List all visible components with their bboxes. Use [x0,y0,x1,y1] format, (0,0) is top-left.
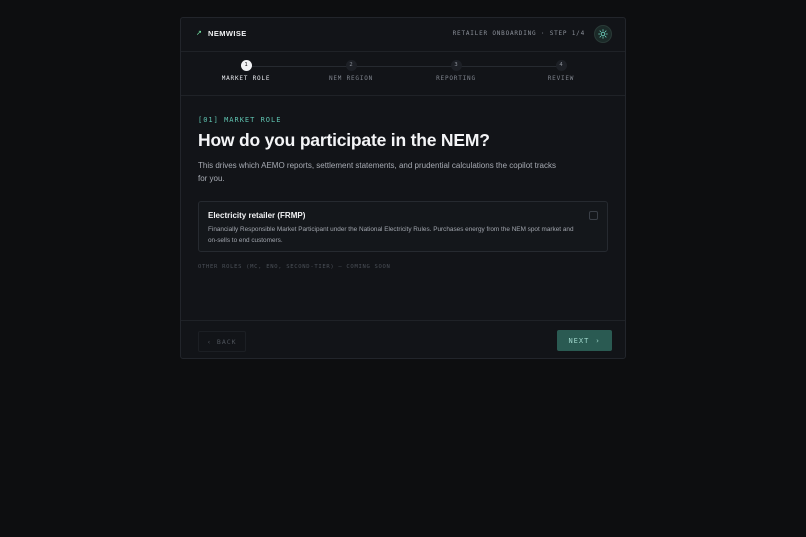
step-reporting[interactable]: 3 REPORTING [416,60,496,82]
progress-stepper: 1 MARKET ROLE 2 NEM REGION 3 REPORTING 4… [181,52,625,96]
section-eyebrow: [01] MARKET ROLE [198,116,282,124]
step-number: 2 [345,60,357,71]
option-title: Electricity retailer (FRMP) [208,211,306,220]
footer: ‹ BACK NEXT › [181,320,625,361]
onboarding-card: ↗ NEMWISE RETAILER ONBOARDING · STEP 1/4… [180,17,626,359]
step-market-role[interactable]: 1 MARKET ROLE [206,60,286,82]
stepper-track [251,66,561,67]
step-label: MARKET ROLE [221,75,271,82]
page-title: How do you participate in the NEM? [198,130,490,150]
option-checkbox[interactable] [589,211,598,220]
back-label: BACK [216,337,237,346]
onboarding-breadcrumb: RETAILER ONBOARDING · STEP 1/4 [452,30,585,37]
sun-icon [598,29,608,39]
back-button[interactable]: ‹ BACK [198,331,246,352]
chevron-right-icon: › [595,336,601,345]
option-description: Financially Responsible Market Participa… [208,226,574,244]
step-number: 3 [450,60,462,71]
step-label: REPORTING [436,75,476,82]
main-content: [01] MARKET ROLE How do you participate … [198,116,608,270]
page-subtitle: This drives which AEMO reports, settleme… [198,161,556,183]
step-number: 4 [555,60,567,71]
brand-logo-icon: ↗ [196,29,202,37]
step-number: 1 [240,60,252,71]
role-option-retailer[interactable]: Electricity retailer (FRMP) Financially … [198,201,608,252]
header: ↗ NEMWISE RETAILER ONBOARDING · STEP 1/4 [181,18,625,52]
brand-name: NEMWISE [208,29,247,38]
chevron-left-icon: ‹ [207,337,212,346]
next-button[interactable]: NEXT › [557,330,612,351]
next-label: NEXT [568,336,590,345]
step-label: NEM REGION [328,75,374,82]
step-nem-region[interactable]: 2 NEM REGION [311,60,391,82]
other-roles-note: OTHER ROLES (MC, ENO, SECOND-TIER) — COM… [198,264,391,270]
theme-toggle-button[interactable] [594,25,612,43]
step-review[interactable]: 4 REVIEW [521,60,601,82]
step-label: REVIEW [547,75,575,82]
brand[interactable]: ↗ NEMWISE [196,29,247,38]
